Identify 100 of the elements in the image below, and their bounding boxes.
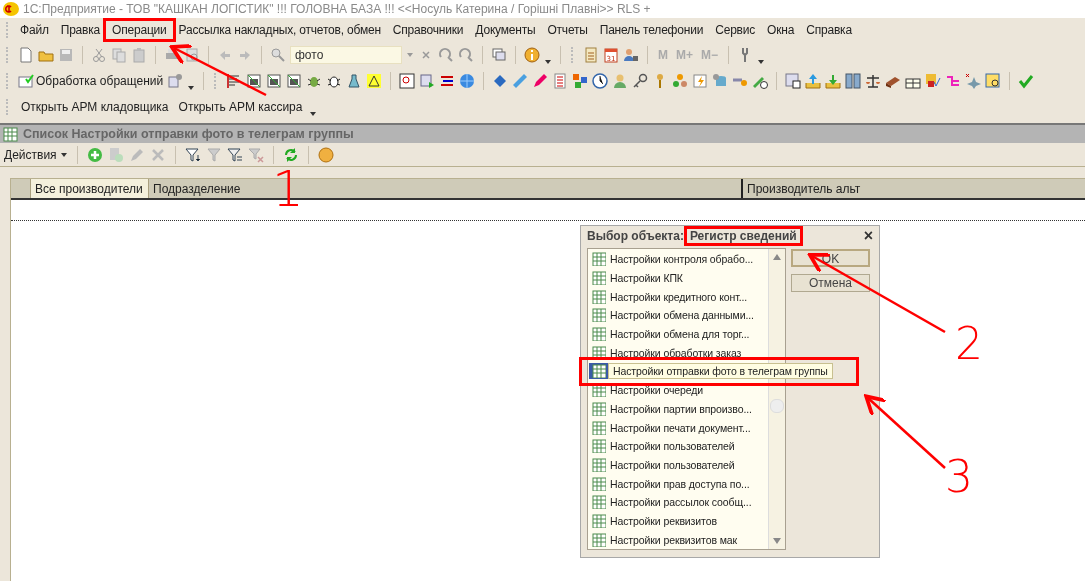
user-lock-icon[interactable] <box>623 47 639 63</box>
list-item[interactable]: Настройки кредитного конт... <box>588 287 766 307</box>
search-icon[interactable] <box>270 47 286 63</box>
dialog-title: Выбор объекта: <box>587 229 684 243</box>
menu-item[interactable]: Панель телефонии <box>593 21 710 39</box>
cancel-button[interactable]: Отмена <box>791 274 870 292</box>
flask-icon[interactable] <box>346 73 363 89</box>
scrollbar-thumb[interactable] <box>770 399 784 413</box>
list-item[interactable]: Настройки пользователей <box>588 436 766 456</box>
filter-list-icon[interactable] <box>226 147 243 163</box>
list-item[interactable]: Настройки партии впроизво... <box>588 399 766 419</box>
ruler-pen-icon[interactable] <box>512 73 529 89</box>
refresh-icon[interactable] <box>282 147 299 163</box>
menu-item[interactable]: Файл <box>14 21 55 39</box>
list-item[interactable]: Настройки очереди <box>588 380 766 400</box>
cross-check-icon[interactable] <box>925 73 942 89</box>
find-next-icon[interactable] <box>458 47 474 63</box>
list-item[interactable]: Настройки обработки заказ <box>588 343 766 363</box>
list-item[interactable]: Настройки прав доступа по... <box>588 474 766 493</box>
table-icon <box>592 457 606 472</box>
annotation-number: 3 <box>945 455 973 499</box>
add-icon[interactable] <box>86 147 103 163</box>
colored-lines-icon[interactable] <box>439 73 456 89</box>
calculator-icon[interactable] <box>583 47 599 63</box>
search-field[interactable]: фото <box>290 46 402 64</box>
copy-icon[interactable] <box>111 47 127 63</box>
close-button[interactable]: × <box>863 227 873 245</box>
toolbar-link[interactable]: Открыть АРМ кладовщика <box>18 100 172 114</box>
menu-item[interactable]: Операции <box>106 21 173 39</box>
table-icon <box>592 271 606 286</box>
form-check-icon <box>18 73 34 89</box>
list-item[interactable]: Настройки обмена для торг... <box>588 324 766 344</box>
key-icon[interactable] <box>632 73 649 89</box>
filter-icon[interactable] <box>184 147 201 163</box>
table-icon <box>592 401 606 416</box>
annotation-number: 2 <box>955 322 983 366</box>
dropdown-icon[interactable] <box>406 52 414 58</box>
document-icon[interactable] <box>18 47 34 63</box>
filter-clear-icon[interactable] <box>247 147 264 163</box>
menu-item[interactable]: Рассылка накладных, отчетов, обмен <box>172 21 387 39</box>
lightning-document-icon[interactable] <box>692 73 709 89</box>
list-item[interactable]: Настройки печати документ... <box>588 418 766 437</box>
caret-icon[interactable] <box>309 111 318 117</box>
beetle-icon[interactable] <box>326 73 343 89</box>
clipboard-icon[interactable] <box>131 47 147 63</box>
table-icon <box>592 532 606 547</box>
report-icon[interactable] <box>286 73 303 89</box>
column-header[interactable]: Все производители <box>31 179 149 198</box>
scales-icon[interactable] <box>865 73 882 89</box>
report-icon[interactable] <box>246 73 263 89</box>
caret-icon[interactable] <box>187 85 196 91</box>
info-icon[interactable] <box>524 47 540 63</box>
help-icon[interactable] <box>317 147 334 163</box>
processing-button[interactable]: Обработка обращений <box>18 73 164 89</box>
blocks-icon[interactable] <box>572 73 589 89</box>
table-icon <box>592 439 606 454</box>
find-next-icon[interactable] <box>438 47 454 63</box>
clock-icon[interactable] <box>592 73 609 89</box>
report-icon[interactable] <box>266 73 283 89</box>
windows-icon[interactable] <box>491 47 507 63</box>
dots-icon[interactable] <box>672 73 689 89</box>
table-icon <box>592 513 606 528</box>
list-icon[interactable] <box>552 73 569 89</box>
list-item[interactable]: Настройки КПК <box>588 268 766 288</box>
caret-icon[interactable] <box>757 59 766 65</box>
list-item[interactable]: Настройки рассылок сообщ... <box>588 492 766 512</box>
list-item[interactable]: Настройки реквизитов <box>588 511 766 531</box>
list-item[interactable]: Настройки обмена данными... <box>588 306 766 325</box>
menu-item[interactable]: Правка <box>54 21 107 39</box>
diamond-icon[interactable] <box>492 73 509 89</box>
list-item[interactable]: Настройки реквизитов мак <box>588 530 766 549</box>
window-title: 1С:Предприятие - ТОВ "КАШКАН ЛОГІСТИК" !!! ГОЛОВНА БАЗА !!! <<Носуль Катерина / Горішні Плавні>> RLS + <box>23 2 651 16</box>
toolbar-link[interactable]: Открыть АРМ кассира <box>175 100 306 114</box>
menu-item[interactable]: Справка <box>800 21 858 39</box>
pencil-icon[interactable] <box>532 73 549 89</box>
menu-item[interactable]: Сервис <box>709 21 762 39</box>
tray-download-icon[interactable] <box>825 73 842 89</box>
menu-item[interactable]: Окна <box>761 21 801 39</box>
flow-diagram-icon[interactable] <box>945 73 962 89</box>
check-icon[interactable] <box>1018 73 1035 89</box>
scissors-icon[interactable] <box>91 47 107 63</box>
tray-upload-icon[interactable] <box>805 73 822 89</box>
menu-item[interactable]: Документы <box>469 21 542 39</box>
servers-icon[interactable] <box>845 73 862 89</box>
magnifier-frame-icon[interactable] <box>399 73 416 89</box>
menu-item[interactable]: Отчеты <box>541 21 594 39</box>
triangle-icon[interactable] <box>366 73 383 89</box>
column-header[interactable]: Производитель альт <box>743 179 1085 198</box>
menu-item[interactable]: Справочники <box>386 21 470 39</box>
list-item[interactable]: Настройки контроля обрабо... <box>588 250 766 269</box>
table-icon <box>592 364 606 379</box>
list-item[interactable]: Настройки пользователей <box>588 455 766 475</box>
form-checkbox-icon[interactable] <box>785 73 802 89</box>
actions-button[interactable]: Действия <box>4 148 68 162</box>
frame-magnifier-icon[interactable] <box>985 73 1002 89</box>
database-icon[interactable] <box>712 73 729 89</box>
logo-icon <box>3 1 19 17</box>
preview-icon[interactable] <box>184 47 200 63</box>
caret-icon[interactable] <box>544 59 552 65</box>
save-icon[interactable] <box>58 47 74 63</box>
